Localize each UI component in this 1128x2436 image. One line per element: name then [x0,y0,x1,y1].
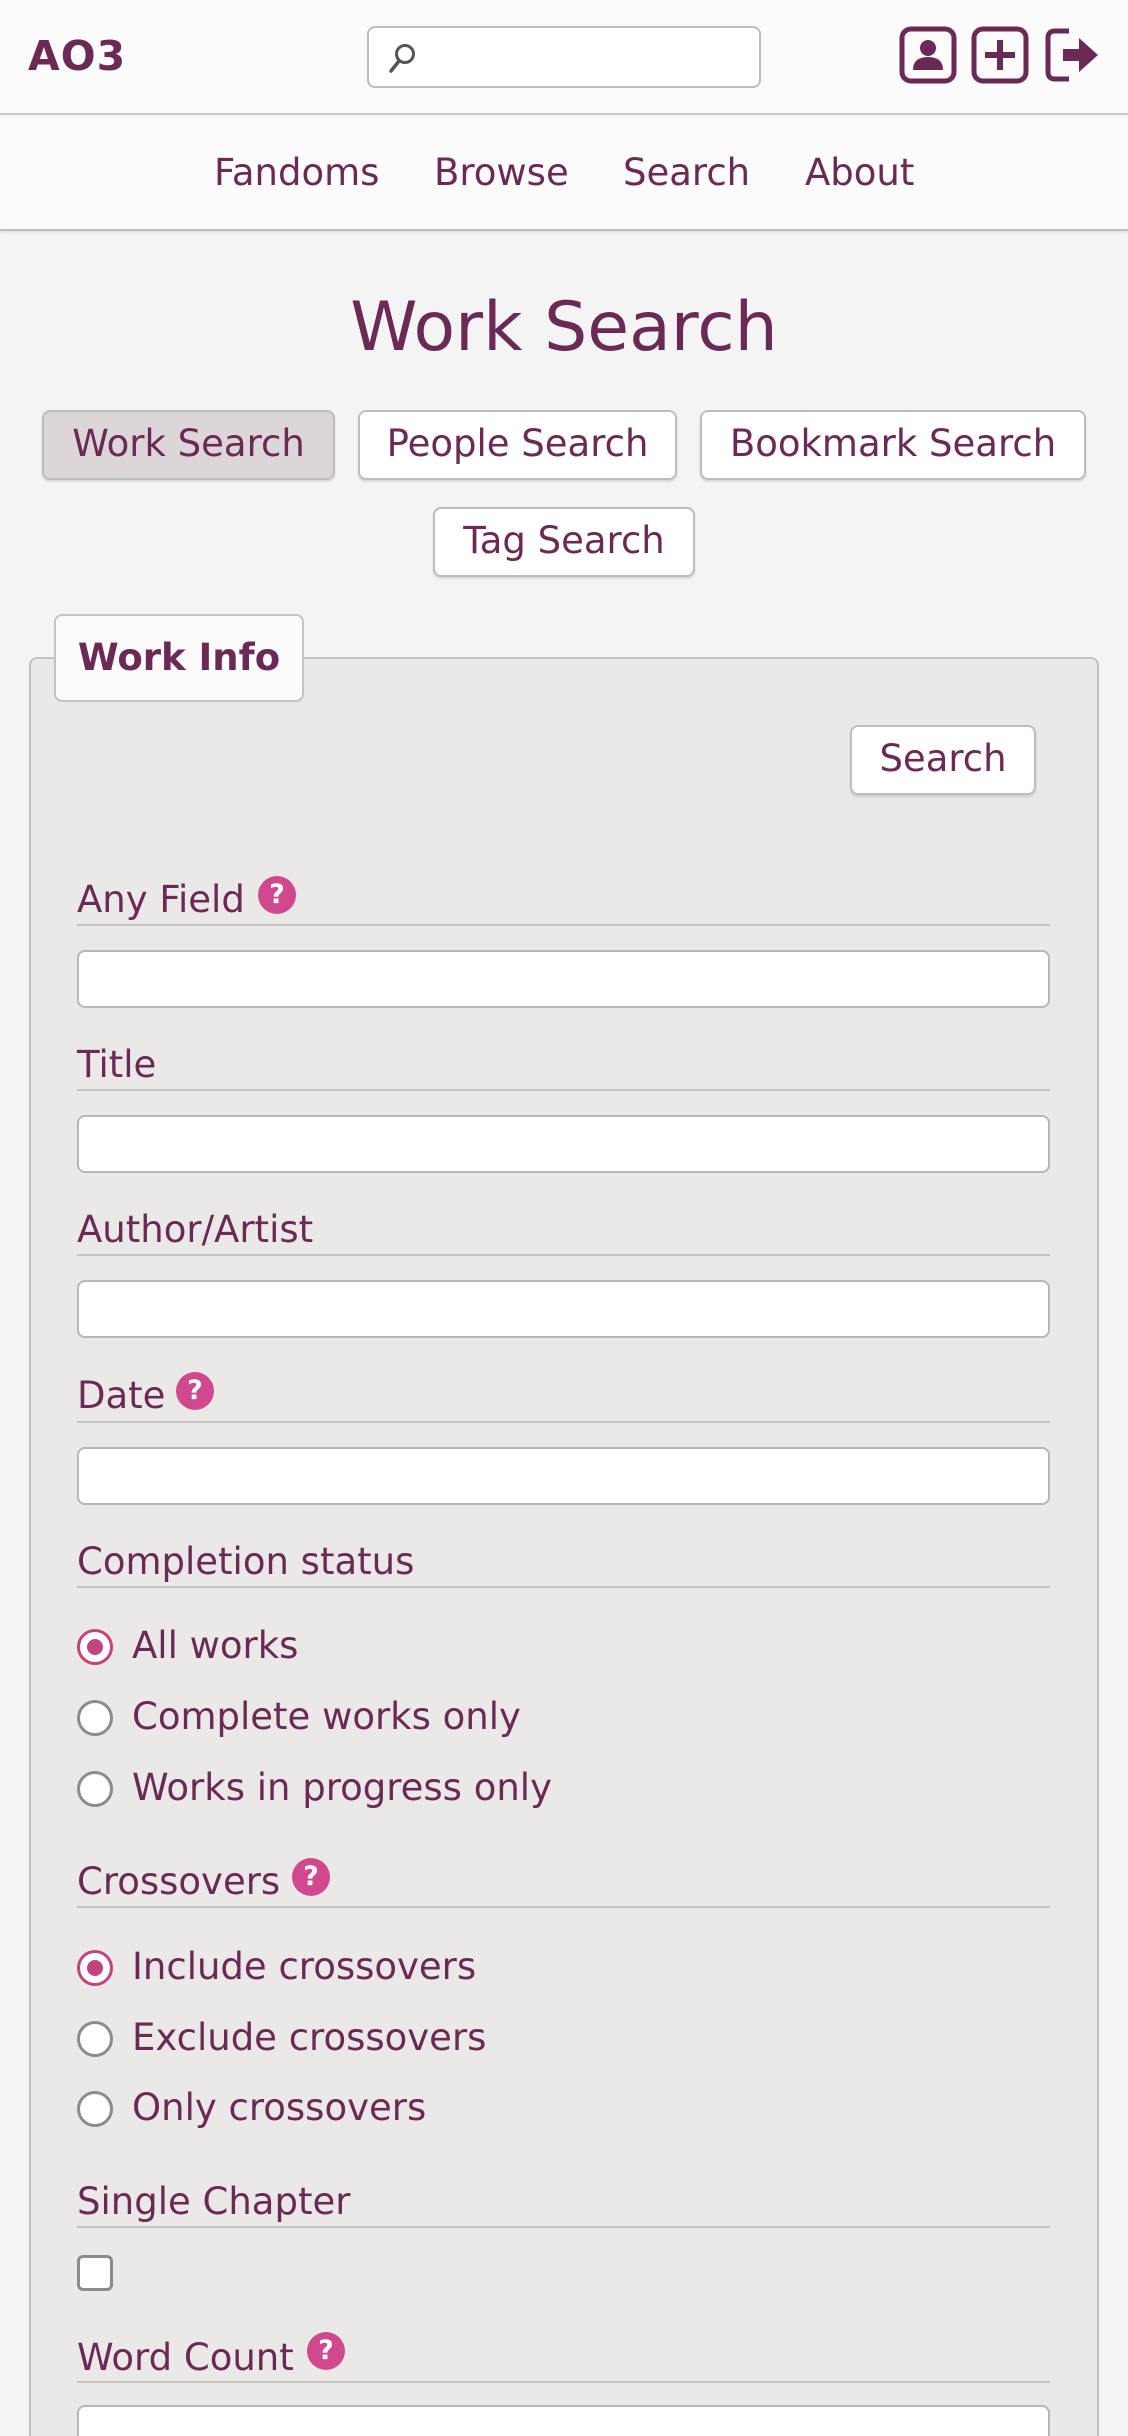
divider [77,1906,1050,1908]
option-label[interactable]: All works [132,1624,298,1667]
logout-icon[interactable] [1043,26,1101,84]
fieldset-legend: Work Info [54,614,304,702]
radio-works-in-progress[interactable] [77,1771,113,1807]
divider [77,1586,1050,1588]
date-input[interactable] [77,1447,1050,1505]
divider [77,2381,1050,2383]
tab-work-search[interactable]: Work Search [42,410,335,480]
help-icon[interactable]: ? [292,1858,330,1896]
option-label[interactable]: Only crossovers [132,2086,426,2129]
title-input[interactable] [77,1115,1050,1173]
tab-bookmark-search[interactable]: Bookmark Search [700,410,1086,480]
site-logo[interactable]: AO3 [28,32,126,80]
option-label[interactable]: Complete works only [132,1695,521,1738]
divider [77,1089,1050,1091]
author-label: Author/Artist [77,1208,314,1251]
any-field-label: Any Field [77,878,245,921]
nav-item-browse[interactable]: Browse [434,151,569,194]
radio-only-crossovers[interactable] [77,2091,113,2127]
user-icon[interactable] [899,26,957,84]
top-bar: AO3 [0,0,1128,115]
radio-all-works[interactable] [77,1629,113,1665]
radio-include-crossovers[interactable] [77,1950,113,1986]
nav-item-about[interactable]: About [805,151,914,194]
search-button[interactable]: Search [850,725,1036,795]
option-label[interactable]: Include crossovers [132,1945,476,1988]
option-label[interactable]: Exclude crossovers [132,2016,486,2059]
help-icon[interactable]: ? [258,876,296,914]
main-nav: Fandoms Browse Search About [0,117,1128,231]
site-search-input[interactable] [367,26,761,88]
tab-people-search[interactable]: People Search [358,410,677,480]
search-icon [389,44,415,73]
option-label[interactable]: Works in progress only [132,1766,552,1809]
word-count-input[interactable] [77,2405,1050,2436]
divider [77,1254,1050,1256]
nav-item-fandoms[interactable]: Fandoms [214,151,379,194]
single-chapter-checkbox[interactable] [77,2255,113,2291]
divider [77,924,1050,926]
divider [77,2226,1050,2228]
any-field-input[interactable] [77,950,1050,1008]
crossovers-label: Crossovers [77,1860,281,1903]
tab-tag-search[interactable]: Tag Search [433,507,695,577]
radio-exclude-crossovers[interactable] [77,2021,113,2057]
help-icon[interactable]: ? [307,2332,345,2370]
single-chapter-label: Single Chapter [77,2180,351,2223]
completion-status-label: Completion status [77,1540,415,1583]
nav-item-search[interactable]: Search [623,151,750,194]
divider [77,1421,1050,1423]
title-label: Title [77,1043,157,1086]
help-icon[interactable]: ? [176,1372,214,1410]
add-icon[interactable] [971,26,1029,84]
radio-complete-works[interactable] [77,1700,113,1736]
author-input[interactable] [77,1280,1050,1338]
date-label: Date [77,1374,166,1417]
page-title: Work Search [350,288,778,367]
word-count-label: Word Count [77,2336,294,2379]
